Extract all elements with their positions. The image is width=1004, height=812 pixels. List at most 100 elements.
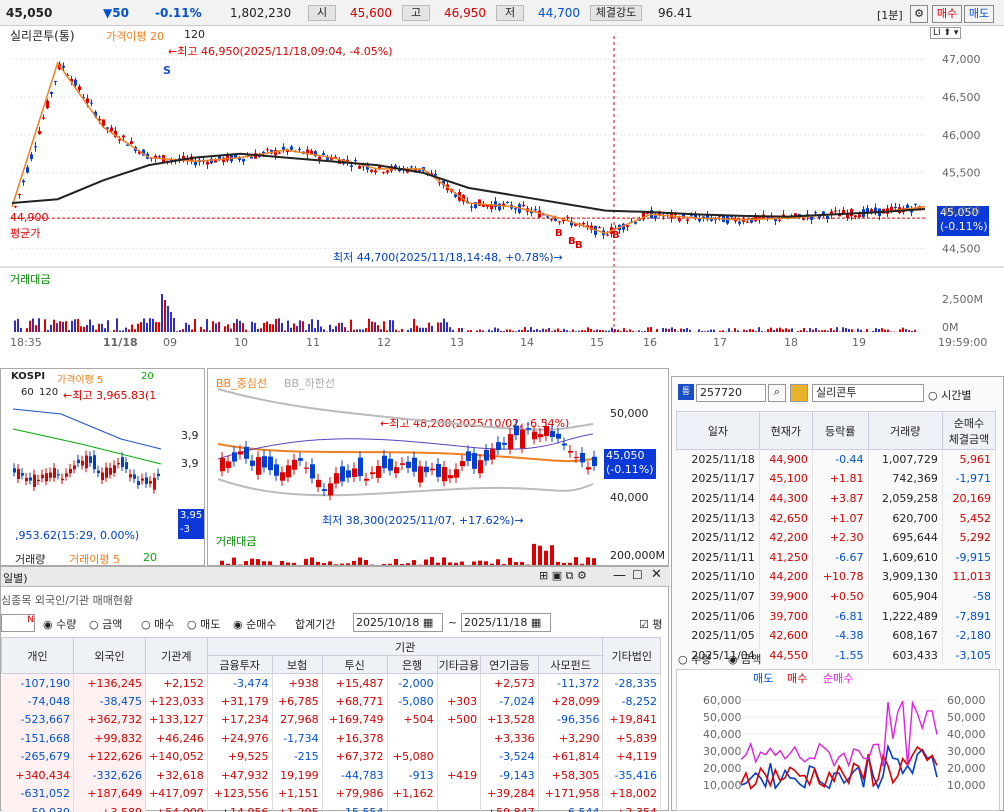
minimize-icon[interactable]: — <box>613 568 626 583</box>
volume-bar <box>494 327 496 332</box>
table-cell: +32,618 <box>146 766 208 785</box>
date-to[interactable]: 2025/11/18 ▦ <box>461 613 551 632</box>
volume-bar <box>338 323 340 332</box>
table-row[interactable]: 2025/11/0542,600-4.38608,167-2,180 <box>677 626 996 646</box>
radio-buy[interactable]: ○ 매수 <box>141 616 174 632</box>
volume-bar <box>215 323 217 332</box>
table-cell: +46,246 <box>146 729 208 748</box>
index-chart[interactable]: KOSPI 가격이평 5 20 60 120 ←최고 3,965.83(1 3,… <box>0 368 205 566</box>
volume: 1,802,230 <box>230 6 291 20</box>
gear-icon[interactable]: ⚙ <box>910 5 928 23</box>
table-row[interactable]: 2025/11/1342,650+1.07620,7005,452 <box>677 508 996 528</box>
volume-bar <box>572 329 574 332</box>
table-cell: -631,052 <box>2 785 74 804</box>
quote-bar: 45,050 ▼50 -0.11% 1,802,230 시 45,600 고 4… <box>0 0 1004 26</box>
table-row[interactable]: 2025/11/1745,100+1.81742,369-1,971 <box>677 469 996 489</box>
radio-net[interactable]: ◉ 순매수 <box>233 616 276 632</box>
table-cell: 605,904 <box>868 587 942 607</box>
volume-bar <box>89 319 91 332</box>
volume-bar <box>677 331 679 332</box>
daily-volume-bar <box>442 557 446 565</box>
table-row[interactable]: -265,679+122,626+140,052+9,525-215+67,37… <box>2 748 661 767</box>
folder-icon[interactable] <box>790 384 808 402</box>
radio-qty[interactable]: ◉ 수량 <box>43 616 76 632</box>
close-icon[interactable]: ✕ <box>651 567 662 582</box>
daily-svg <box>208 369 670 567</box>
qty-radio[interactable]: ○ 수량 <box>678 651 711 667</box>
daily-candle <box>292 460 297 470</box>
daily-volume-bar <box>352 561 356 565</box>
table-cell: +340,434 <box>2 766 74 785</box>
daily-candle <box>412 458 417 472</box>
code-stub[interactable]: N <box>1 614 35 632</box>
candle-body <box>74 80 77 86</box>
table-row[interactable]: 2025/11/1044,200+10.783,909,13011,013 <box>677 567 996 587</box>
candle-body <box>418 170 421 171</box>
stock-icon[interactable]: 통 <box>678 384 694 400</box>
radio-amount[interactable]: ○ 금액 <box>89 616 122 632</box>
flow-svg: 60,00060,00050,00050,00040,00040,00030,0… <box>677 670 1001 812</box>
price-svg: 47,00046,50046,00045,50045,00044,5002,50… <box>0 26 1004 366</box>
table-row[interactable]: -107,190+136,245+2,152-3,474+938+15,487-… <box>2 674 661 693</box>
volume-bar <box>224 326 226 332</box>
volume-bar <box>701 331 703 332</box>
table-row[interactable]: 2025/11/0739,900+0.50605,904-58 <box>677 587 996 607</box>
daily-volume-bar <box>472 562 476 565</box>
table-row[interactable]: 2025/11/0639,700-6.811,222,489-7,891 <box>677 606 996 626</box>
volume-bar <box>344 327 346 332</box>
timewise-radio[interactable]: ○ 시간별 <box>928 387 971 403</box>
table-row[interactable]: +340,434-332,626+32,618+47,93219,199-44,… <box>2 766 661 785</box>
index-candle <box>17 469 20 479</box>
volume-bar <box>212 321 214 332</box>
table-cell: -9,143 <box>481 766 538 785</box>
code-input[interactable]: 257720 <box>696 384 766 402</box>
search-icon[interactable]: ⌕ <box>768 384 786 402</box>
table-cell <box>437 785 481 804</box>
volume-bar <box>755 331 757 332</box>
table-cell: 44,550 <box>759 645 812 665</box>
candle-body <box>854 216 857 217</box>
candle-body <box>42 117 45 118</box>
date-from[interactable]: 2025/10/18 ▦ <box>353 613 443 632</box>
volume-bar <box>122 330 124 332</box>
table-row[interactable]: 2025/11/1242,200+2.30695,6445,292 <box>677 528 996 548</box>
table-cell: +47,932 <box>207 766 272 785</box>
check-box[interactable]: ☑ 평 <box>639 616 662 632</box>
window-tool-icons[interactable]: ⊞ ▣ ⧉ ⚙ <box>539 569 587 583</box>
table-row[interactable]: -151,668+99,832+46,246+24,976-1,734+16,3… <box>2 729 661 748</box>
daily-volume-bar <box>394 559 398 565</box>
volume-bar <box>470 330 472 332</box>
sell-button[interactable]: 매도 <box>964 5 994 23</box>
table-row[interactable]: 2025/11/0444,550-1.55603,433-3,105 <box>677 645 996 665</box>
strength-value: 96.41 <box>658 6 692 20</box>
table-row[interactable]: 2025/11/1141,250-6.671,609,610-9,915 <box>677 547 996 567</box>
table-row[interactable]: -523,667+362,732+133,127+17,23427,968+16… <box>2 711 661 730</box>
name-field[interactable]: 실리콘투 <box>812 384 924 402</box>
table-row[interactable]: 2025/11/1844,900-0.441,007,7295,961 <box>677 450 996 470</box>
volume-bar <box>341 323 343 332</box>
daily-chart[interactable]: BB_중심선 BB_하한선 ←최고 48,200(2025/10/02, -6.… <box>207 368 669 566</box>
volume-bar <box>392 320 394 332</box>
daily-candle <box>454 469 459 477</box>
volume-bar <box>56 323 58 332</box>
table-cell: +5,080 <box>387 748 437 767</box>
table-row[interactable]: 2025/11/1444,300+3.872,059,25820,169 <box>677 489 996 509</box>
index-candle <box>133 474 136 478</box>
table-row[interactable]: -74,048-38,475+123,033+31,179+6,785+68,7… <box>2 692 661 711</box>
amount-radio[interactable]: ◉ 금액 <box>728 651 761 667</box>
daily-volume-bar <box>586 557 590 565</box>
period-label[interactable]: [1분] <box>877 7 903 23</box>
table-cell: -9,915 <box>942 547 995 567</box>
daily-candle <box>508 434 513 449</box>
radio-sell[interactable]: ○ 매도 <box>187 616 220 632</box>
daily-volume-bar <box>436 563 440 565</box>
main-chart[interactable]: 실리콘투(통) 가격이평 20 120 ←최고 46,950(2025/11/1… <box>0 26 1004 366</box>
maximize-icon[interactable]: ☐ <box>632 568 643 582</box>
daily-volume-bar <box>478 561 482 565</box>
volume-bar <box>365 328 367 332</box>
volume-bar <box>401 329 403 332</box>
table-row[interactable]: -631,052+187,649+417,097+123,556+1,151+7… <box>2 785 661 804</box>
table-cell: 603,433 <box>868 645 942 665</box>
tab-investor-flow[interactable]: 심종목 외국인/기관 매매현황 <box>1 592 133 608</box>
buy-button[interactable]: 매수 <box>932 5 962 23</box>
